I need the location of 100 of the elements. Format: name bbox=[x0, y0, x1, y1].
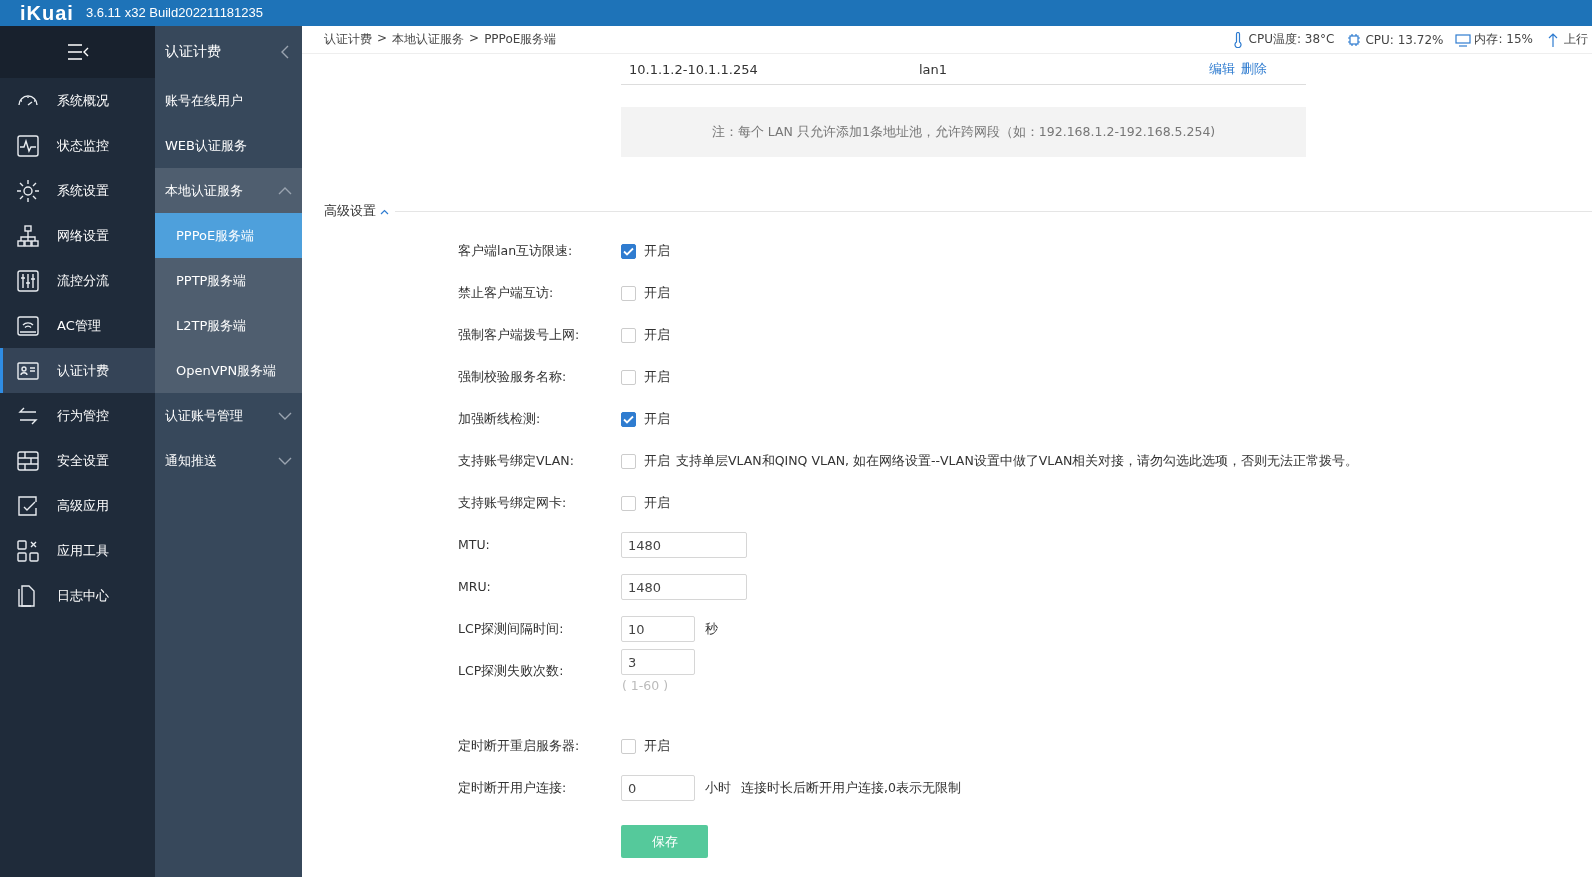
submenu-item[interactable]: 本地认证服务 bbox=[155, 168, 302, 213]
field-label: LCP探测失败次数: bbox=[458, 662, 565, 680]
field-label: 支持账号绑定VLAN: bbox=[458, 452, 575, 470]
sidebar-label: 日志中心 bbox=[57, 586, 109, 605]
field-label: 支持账号绑定网卡: bbox=[458, 494, 568, 512]
section-toggle[interactable]: 高级设置 bbox=[324, 203, 389, 220]
sidebar-item[interactable]: 状态监控 bbox=[0, 123, 155, 168]
chevron-icon bbox=[278, 186, 292, 195]
gear-icon bbox=[16, 178, 40, 203]
checkbox[interactable] bbox=[621, 411, 636, 427]
input-field[interactable]: 3 bbox=[621, 649, 695, 675]
sidebar-label: 安全设置 bbox=[57, 451, 109, 470]
checkbox-label: 开启 bbox=[644, 326, 670, 344]
input-field[interactable]: 10 bbox=[621, 616, 695, 642]
checkbox-label: 开启 bbox=[644, 284, 670, 302]
checkbox-label: 开启 bbox=[644, 410, 670, 428]
wall-icon bbox=[16, 448, 40, 473]
range-hint: ( 1-60 ) bbox=[622, 678, 670, 693]
checkbox-label: 开启 bbox=[644, 737, 670, 755]
action-link[interactable]: 删除 bbox=[1241, 60, 1267, 78]
field-label: 加强断线检测: bbox=[458, 410, 542, 428]
status-text: 上行 bbox=[1564, 31, 1588, 48]
input-field[interactable]: 1480 bbox=[621, 532, 747, 558]
field-label: 定时断开用户连接: bbox=[458, 779, 568, 797]
breadcrumb-item[interactable]: PPPoE服务端 bbox=[484, 31, 557, 48]
sidebar-label: AC管理 bbox=[57, 316, 101, 335]
breadcrumb-separator: > bbox=[469, 31, 480, 47]
table-cell-text: 10.1.1.2-10.1.1.254 bbox=[628, 61, 759, 77]
sidebar-label: 行为管控 bbox=[57, 406, 109, 425]
submenu-subitem[interactable]: L2TP服务端 bbox=[155, 303, 302, 348]
submenu-title: 认证计费 bbox=[165, 43, 221, 61]
action-link[interactable]: 编辑 bbox=[1209, 60, 1235, 78]
version-text: 3.6.11 x32 Build202211181235 bbox=[85, 4, 263, 22]
sidebar-item[interactable]: 应用工具 bbox=[0, 528, 155, 573]
checkbox[interactable] bbox=[621, 369, 636, 385]
breadcrumb-separator: > bbox=[377, 31, 388, 47]
checkbox[interactable] bbox=[621, 327, 636, 343]
chevron-left-icon[interactable] bbox=[280, 45, 290, 59]
checkbox[interactable] bbox=[621, 453, 636, 469]
submenu-item[interactable]: 账号在线用户 bbox=[155, 78, 302, 123]
sidebar-item[interactable]: 网络设置 bbox=[0, 213, 155, 258]
field-label: 定时断开重启服务器: bbox=[458, 737, 581, 755]
status-text: 内存: 15% bbox=[1474, 31, 1533, 48]
checkbox-label: 开启 bbox=[644, 452, 670, 470]
unit-text: 小时 bbox=[705, 779, 731, 797]
checkbox[interactable] bbox=[621, 738, 636, 754]
menu-collapse-icon[interactable] bbox=[65, 43, 90, 61]
submenu-subitem[interactable]: OpenVPN服务端 bbox=[155, 348, 302, 393]
field-label: LCP探测间隔时间: bbox=[458, 620, 565, 638]
sidebar-item[interactable]: 系统设置 bbox=[0, 168, 155, 213]
table-cell-text: lan1 bbox=[919, 61, 949, 77]
status-text: CPU温度: 38°C bbox=[1248, 31, 1335, 48]
checkbox[interactable] bbox=[621, 285, 636, 301]
sidebar-label: 系统概况 bbox=[57, 91, 109, 110]
check-icon bbox=[16, 493, 40, 518]
breadcrumb-item[interactable]: 本地认证服务 bbox=[392, 31, 465, 48]
sidebar-label: 认证计费 bbox=[57, 361, 109, 380]
status-text: CPU: 13.72% bbox=[1365, 32, 1444, 47]
chip-icon bbox=[1346, 31, 1363, 48]
sidebar-label: 高级应用 bbox=[57, 496, 109, 515]
pulse-icon bbox=[16, 133, 40, 158]
sidebar-item[interactable]: 流控分流 bbox=[0, 258, 155, 303]
wifi-icon bbox=[16, 313, 40, 338]
checkbox-label: 开启 bbox=[644, 368, 670, 386]
submenu-item[interactable]: 通知推送 bbox=[155, 438, 302, 483]
sidebar-item[interactable]: 系统概况 bbox=[0, 78, 155, 123]
sidebar-item[interactable]: 认证计费 bbox=[0, 348, 155, 393]
field-label: MRU: bbox=[458, 578, 492, 596]
tools-icon bbox=[16, 538, 40, 563]
field-label: 强制客户端拨号上网: bbox=[458, 326, 581, 344]
checkbox-label: 开启 bbox=[644, 494, 670, 512]
sidebar-item[interactable]: 安全设置 bbox=[0, 438, 155, 483]
sidebar-item[interactable]: AC管理 bbox=[0, 303, 155, 348]
input-field[interactable]: 1480 bbox=[621, 574, 747, 600]
unit-text: 秒 bbox=[705, 620, 718, 638]
sidebar-item[interactable]: 高级应用 bbox=[0, 483, 155, 528]
sidebar-item[interactable]: 行为管控 bbox=[0, 393, 155, 438]
field-label: 禁止客户端互访: bbox=[458, 284, 555, 302]
checkbox-label: 开启 bbox=[644, 242, 670, 260]
breadcrumb-item[interactable]: 认证计费 bbox=[324, 31, 372, 48]
sidebar-item[interactable]: 日志中心 bbox=[0, 573, 155, 618]
sidebar-label: 系统设置 bbox=[57, 181, 109, 200]
field-label: 强制校验服务名称: bbox=[458, 368, 568, 386]
sidebar-label: 流控分流 bbox=[57, 271, 109, 290]
checkbox[interactable] bbox=[621, 495, 636, 511]
sidebar-label: 状态监控 bbox=[57, 136, 109, 155]
monitor-icon bbox=[1455, 31, 1472, 48]
input-field[interactable]: 0 bbox=[621, 775, 695, 801]
submenu-item[interactable]: WEB认证服务 bbox=[155, 123, 302, 168]
sidebar-label: 网络设置 bbox=[57, 226, 109, 245]
sidebar-label: 应用工具 bbox=[57, 541, 109, 560]
chevron-icon bbox=[380, 208, 389, 215]
hint-text: 支持单层VLAN和QINQ VLAN, 如在网络设置--VLAN设置中做了VLAN相关对接，请勿勾选此选项，否则无法正常拨号。 bbox=[676, 452, 1359, 470]
note-box: 注：每个 LAN 只允许添加1条地址池，允许跨网段（如：192.168.1.2-192.168.5.254) bbox=[621, 107, 1306, 157]
sliders-icon bbox=[16, 268, 40, 293]
field-label: MTU: bbox=[458, 536, 491, 554]
submenu-item[interactable]: 认证账号管理 bbox=[155, 393, 302, 438]
checkbox[interactable] bbox=[621, 243, 636, 259]
field-label: 客户端lan互访限速: bbox=[458, 242, 574, 260]
submenu-subitem[interactable]: PPTP服务端 bbox=[155, 258, 302, 303]
